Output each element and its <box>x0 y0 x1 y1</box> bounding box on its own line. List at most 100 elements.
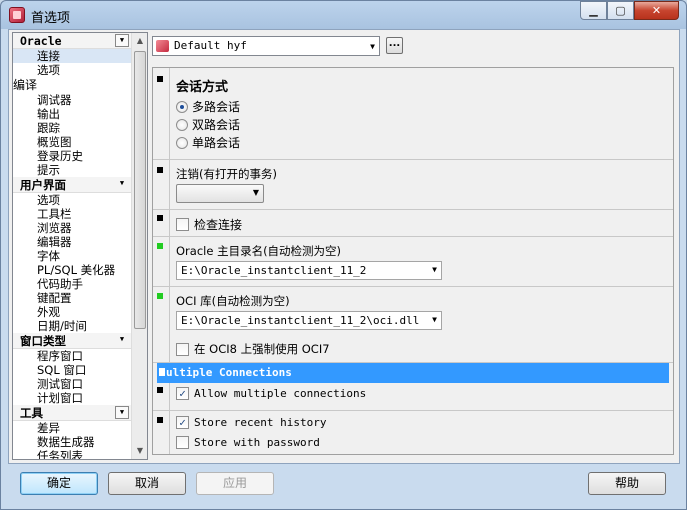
nav-group-oracle[interactable]: Oracle ▼ <box>13 33 132 49</box>
store-password-checkbox[interactable]: Store with password <box>176 436 320 449</box>
chevron-down-icon[interactable]: ▼ <box>115 406 129 419</box>
marker-icon <box>157 387 163 393</box>
nav-item-output[interactable]: 输出 <box>13 107 132 121</box>
check-icon[interactable]: ✓ <box>176 387 189 400</box>
checkbox-label: Store with password <box>194 436 320 449</box>
nav-item-toolbar[interactable]: 工具栏 <box>13 207 132 221</box>
session-mode-title: 会话方式 <box>176 80 229 95</box>
nav-item-ui-options[interactable]: 选项 <box>13 193 132 207</box>
checkbox-box[interactable] <box>176 218 189 231</box>
check-connection-section: 检查连接 <box>153 210 673 237</box>
nav-item-trace[interactable]: 跟踪 <box>13 121 132 135</box>
nav-item-program-window[interactable]: 程序窗口 <box>13 349 132 363</box>
caret-icon <box>159 368 165 376</box>
check-connection-checkbox[interactable]: 检查连接 <box>176 216 242 233</box>
marker-icon <box>157 417 163 423</box>
chevron-down-icon[interactable]: ▼ <box>370 38 375 56</box>
marker-icon <box>157 215 163 221</box>
nav-item-test-window[interactable]: 测试窗口 <box>13 377 132 391</box>
section-header-label: ultiple Connections <box>166 366 292 379</box>
maximize-button[interactable]: ▢ <box>607 1 634 20</box>
check-icon[interactable]: ✓ <box>176 416 189 429</box>
nav-group-label: 工具 <box>20 406 43 420</box>
nav-item-data-generator[interactable]: 数据生成器 <box>13 435 132 449</box>
radio-label: 多路会话 <box>192 100 241 114</box>
radio-multi-session[interactable]: 多路会话 <box>176 98 240 115</box>
profile-more-button[interactable]: ... <box>386 37 403 54</box>
multiple-connections-header[interactable]: ultiple Connections <box>157 363 669 383</box>
oracle-home-section: Oracle 主目录名(自动检测为空) E:\Oracle_instantcli… <box>153 237 673 287</box>
nav-item-debugger[interactable]: 调试器 <box>13 93 132 107</box>
nav-group-ui[interactable]: 用户界面 ▼ <box>13 177 132 193</box>
nav-item-date-time[interactable]: 日期/时间 <box>13 319 132 333</box>
minimize-button[interactable]: ▁ <box>580 1 607 20</box>
preferences-window: 首选项 ▁ ▢ ✕ Oracle ▼ 连接 选项 编译 调试器 输出 跟踪 概览图… <box>0 0 687 510</box>
nav-item-sql-window[interactable]: SQL 窗口 <box>13 363 132 377</box>
history-section: ✓ Store recent history Store with passwor… <box>153 411 673 454</box>
radio-dual-session[interactable]: 双路会话 <box>176 116 240 133</box>
nav-item-plan-window[interactable]: 计划窗口 <box>13 391 132 405</box>
nav-item-task-list[interactable]: 任务列表 <box>13 449 132 459</box>
category-items: Oracle ▼ 连接 选项 编译 调试器 输出 跟踪 概览图 登录历史 提示 用… <box>13 33 132 459</box>
window-title: 首选项 <box>31 11 71 26</box>
logoff-label: 注销(有打开的事务) <box>176 167 277 181</box>
ok-button[interactable]: 确定 <box>20 472 98 495</box>
cancel-button[interactable]: 取消 <box>108 472 186 495</box>
nav-item-options[interactable]: 选项 <box>13 63 132 77</box>
nav-item-overview[interactable]: 概览图 <box>13 135 132 149</box>
nav-item-diff[interactable]: 差异 <box>13 421 132 435</box>
title-bar: 首选项 ▁ ▢ ✕ <box>1 1 686 29</box>
store-recent-checkbox[interactable]: ✓ Store recent history <box>176 416 326 429</box>
nav-item-connection[interactable]: 连接 <box>13 49 132 63</box>
nav-item-fonts[interactable]: 字体 <box>13 249 132 263</box>
help-button[interactable]: 帮助 <box>588 472 666 495</box>
nav-item-editor[interactable]: 编辑器 <box>13 235 132 249</box>
radio-indicator[interactable] <box>176 100 188 113</box>
allow-multiple-checkbox[interactable]: ✓ Allow multiple connections <box>176 387 366 400</box>
nav-item-browser[interactable]: 浏览器 <box>13 221 132 235</box>
chevron-down-icon[interactable]: ▼ <box>115 34 129 47</box>
chevron-down-icon[interactable]: ▼ <box>432 315 437 324</box>
checkbox-box[interactable] <box>176 436 189 449</box>
nav-item-logon-history[interactable]: 登录历史 <box>13 149 132 163</box>
nav-group-compile[interactable]: 编译 <box>13 77 132 93</box>
scroll-down-icon[interactable]: ▼ <box>132 443 147 459</box>
profile-dropdown[interactable]: Default hyf ▼ <box>152 36 380 56</box>
nav-item-beautifier[interactable]: PL/SQL 美化器 <box>13 263 132 277</box>
oci-library-dropdown[interactable]: E:\Oracle_instantclient_11_2\oci.dll ▼ <box>176 311 442 330</box>
scroll-thumb[interactable] <box>134 51 146 329</box>
oracle-home-dropdown[interactable]: E:\Oracle_instantclient_11_2 ▼ <box>176 261 442 280</box>
radio-single-session[interactable]: 单路会话 <box>176 134 240 151</box>
radio-label: 单路会话 <box>192 136 241 150</box>
dialog-body: Oracle ▼ 连接 选项 编译 调试器 输出 跟踪 概览图 登录历史 提示 用… <box>8 29 680 464</box>
nav-item-appearance[interactable]: 外观 <box>13 305 132 319</box>
marker-icon <box>157 243 163 249</box>
apply-button[interactable]: 应用 <box>196 472 274 495</box>
nav-group-label: Oracle <box>20 34 62 48</box>
chevron-down-icon[interactable]: ▼ <box>115 334 129 347</box>
oracle-home-value: E:\Oracle_instantclient_11_2 <box>181 264 367 277</box>
close-button[interactable]: ✕ <box>634 1 679 20</box>
nav-group-window-types[interactable]: 窗口类型 ▼ <box>13 333 132 349</box>
nav-item-hints[interactable]: 提示 <box>13 163 132 177</box>
chevron-down-icon[interactable]: ▼ <box>115 178 129 191</box>
nav-item-key-config[interactable]: 键配置 <box>13 291 132 305</box>
checkbox-label: 检查连接 <box>194 218 243 232</box>
category-list[interactable]: Oracle ▼ 连接 选项 编译 调试器 输出 跟踪 概览图 登录历史 提示 用… <box>12 32 148 460</box>
radio-indicator[interactable] <box>176 136 188 149</box>
checkbox-label: Store recent history <box>194 416 327 429</box>
radio-indicator[interactable] <box>176 118 188 131</box>
nav-scrollbar[interactable]: ▲ ▼ <box>131 33 147 459</box>
scroll-up-icon[interactable]: ▲ <box>132 33 147 49</box>
logoff-section: 注销(有打开的事务) ▼ <box>153 160 673 210</box>
force-oci7-checkbox[interactable]: 在 OCI8 上强制使用 OCI7 <box>176 341 330 357</box>
chevron-down-icon[interactable]: ▼ <box>432 265 437 274</box>
nav-group-label: 用户界面 <box>20 178 66 192</box>
nav-group-label: 编译 <box>13 78 38 92</box>
logoff-dropdown[interactable]: ▼ <box>176 184 264 203</box>
nav-group-tools[interactable]: 工具 ▼ <box>13 405 132 421</box>
nav-item-code-assistant[interactable]: 代码助手 <box>13 277 132 291</box>
chevron-down-icon[interactable]: ▼ <box>253 188 259 197</box>
oci-library-section: OCI 库(自动检测为空) E:\Oracle_instantclient_11… <box>153 287 673 363</box>
checkbox-box[interactable] <box>176 342 189 356</box>
